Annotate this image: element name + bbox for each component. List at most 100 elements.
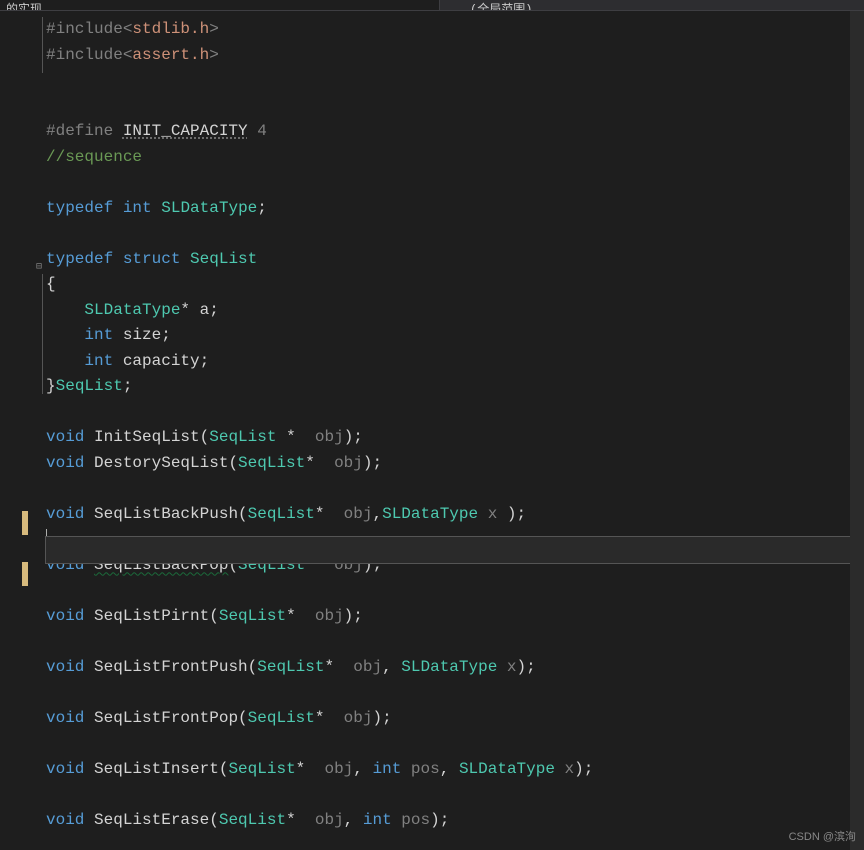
code-line[interactable]: [46, 170, 864, 196]
keyword: int: [84, 352, 113, 370]
param: obj: [315, 760, 353, 778]
code-line[interactable]: [46, 400, 864, 426]
keyword: int: [84, 326, 113, 344]
param: obj: [305, 428, 343, 446]
param: x: [555, 760, 574, 778]
punct: ;: [209, 301, 219, 319]
type-name: SLDataType: [401, 658, 497, 676]
code-line[interactable]: typedef int SLDataType;: [46, 196, 864, 222]
active-line-highlight: [46, 537, 864, 563]
keyword: void: [46, 505, 84, 523]
code-area[interactable]: #include<stdlib.h> #include<assert.h> #d…: [46, 11, 864, 850]
type-name: SeqList: [257, 658, 324, 676]
code-line[interactable]: [46, 731, 864, 757]
code-line[interactable]: #include<assert.h>: [46, 43, 864, 69]
param: obj: [334, 505, 372, 523]
code-line[interactable]: void SeqListFrontPush(SeqList* obj, SLDa…: [46, 655, 864, 681]
function-name: SeqListBackPush: [94, 505, 238, 523]
code-line[interactable]: SLDataType* a;: [46, 298, 864, 324]
param: obj: [305, 811, 343, 829]
code-line[interactable]: void SeqListErase(SeqList* obj, int pos)…: [46, 808, 864, 834]
brace: {: [46, 275, 56, 293]
code-line[interactable]: }SeqList;: [46, 374, 864, 400]
macro-value: 4: [248, 122, 267, 140]
function-name: SeqListFrontPop: [94, 709, 238, 727]
code-editor[interactable]: ⊟ #include<stdlib.h> #include<assert.h> …: [0, 11, 864, 850]
type-name: SLDataType: [459, 760, 555, 778]
type-name: SeqList: [219, 607, 286, 625]
param: obj: [305, 607, 343, 625]
code-line[interactable]: void SeqListInsert(SeqList* obj, int pos…: [46, 757, 864, 783]
type-name: SeqList: [228, 760, 295, 778]
preproc-include: #include: [46, 46, 123, 64]
code-line[interactable]: [46, 94, 864, 120]
code-line[interactable]: int capacity;: [46, 349, 864, 375]
type-name: SLDataType: [382, 505, 478, 523]
param: obj: [344, 658, 382, 676]
bracket-guide: [42, 274, 43, 394]
punct: ;: [200, 352, 210, 370]
code-line[interactable]: [46, 629, 864, 655]
type-name: SeqList: [248, 505, 315, 523]
function-name: SeqListErase: [94, 811, 209, 829]
scope-dropdown[interactable]: (全局范围): [440, 0, 864, 10]
param: x: [497, 658, 516, 676]
angle-bracket: <: [123, 20, 133, 38]
keyword: typedef: [46, 199, 113, 217]
type-name: SLDataType: [161, 199, 257, 217]
code-line[interactable]: {: [46, 272, 864, 298]
code-line[interactable]: [46, 221, 864, 247]
punct: *: [180, 301, 199, 319]
code-line[interactable]: int size;: [46, 323, 864, 349]
code-line[interactable]: #define INIT_CAPACITY 4: [46, 119, 864, 145]
punct: ;: [161, 326, 171, 344]
keyword: int: [373, 760, 402, 778]
code-line[interactable]: [46, 782, 864, 808]
function-name: SeqListPirnt: [94, 607, 209, 625]
code-line[interactable]: void DestorySeqList(SeqList* obj);: [46, 451, 864, 477]
keyword: void: [46, 760, 84, 778]
type-name: SLDataType: [84, 301, 180, 319]
keyword: void: [46, 811, 84, 829]
code-line[interactable]: typedef struct SeqList: [46, 247, 864, 273]
keyword: void: [46, 709, 84, 727]
type-name: SeqList: [248, 709, 315, 727]
code-line[interactable]: void SeqListPirnt(SeqList* obj);: [46, 604, 864, 630]
brace: }: [46, 377, 56, 395]
fold-toggle[interactable]: ⊟: [36, 261, 42, 273]
type-name: SeqList: [56, 377, 123, 395]
code-line[interactable]: void InitSeqList(SeqList * obj);: [46, 425, 864, 451]
watermark: CSDN @滨洵: [789, 828, 856, 844]
keyword: struct: [123, 250, 181, 268]
type-name: SeqList: [219, 811, 286, 829]
editor-tab-left[interactable]: 的实现: [0, 0, 440, 10]
param: x: [478, 505, 497, 523]
vertical-scrollbar[interactable]: [850, 11, 864, 850]
angle-bracket: >: [209, 20, 219, 38]
field-name: a: [200, 301, 210, 319]
code-line[interactable]: [46, 680, 864, 706]
code-line[interactable]: #include<stdlib.h>: [46, 17, 864, 43]
keyword: void: [46, 658, 84, 676]
punct: ;: [257, 199, 267, 217]
code-line[interactable]: //sequence: [46, 145, 864, 171]
code-line[interactable]: void SeqListFrontPop(SeqList* obj);: [46, 706, 864, 732]
field-name: capacity: [113, 352, 199, 370]
angle-bracket: <: [123, 46, 133, 64]
comment: //sequence: [46, 148, 142, 166]
code-line[interactable]: [46, 68, 864, 94]
code-line[interactable]: [46, 476, 864, 502]
keyword: void: [46, 607, 84, 625]
function-name: SeqListFrontPush: [94, 658, 248, 676]
code-line[interactable]: void SeqListBackPush(SeqList* obj,SLData…: [46, 502, 864, 528]
keyword: void: [46, 454, 84, 472]
param: obj: [334, 709, 372, 727]
header-name: assert.h: [132, 46, 209, 64]
preproc-include: #include: [46, 20, 123, 38]
keyword: int: [363, 811, 392, 829]
param: pos: [392, 811, 430, 829]
keyword: typedef: [46, 250, 113, 268]
code-line[interactable]: [46, 578, 864, 604]
angle-bracket: >: [209, 46, 219, 64]
type-name: SeqList: [209, 428, 276, 446]
